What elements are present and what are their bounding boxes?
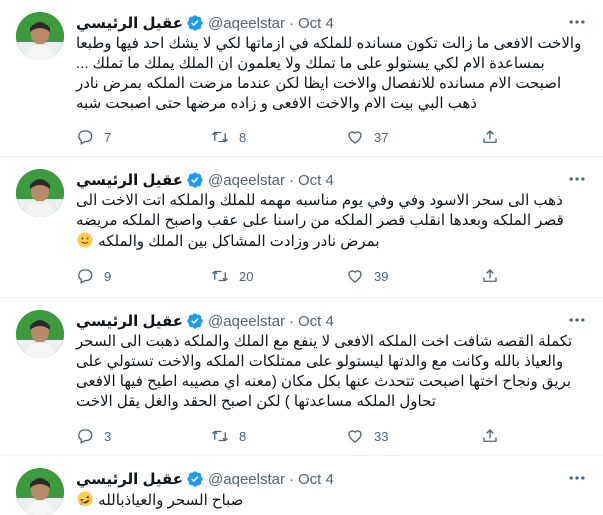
share-button[interactable]: [481, 427, 521, 445]
like-icon: [348, 131, 362, 144]
share-icon: [483, 269, 497, 282]
share-icon: [483, 130, 497, 143]
tweet-text: تكملة القصه شافت اخت الملكه الافعى لا ين…: [76, 333, 573, 410]
verified-badge-icon: [187, 471, 203, 487]
reply-button[interactable]: 9: [76, 267, 211, 285]
retweet-count: 20: [239, 268, 254, 284]
tweet-actions: 7 8 37: [76, 127, 521, 147]
retweet-button[interactable]: 20: [211, 267, 346, 285]
like-button[interactable]: 37: [346, 128, 481, 146]
retweet-count: 8: [239, 428, 247, 444]
tweet-text: والاخت الافعى ما زالت تكون مسانده للملكه…: [76, 35, 582, 112]
user-handle[interactable]: @aqeelstar: [208, 15, 285, 32]
avatar[interactable]: [16, 169, 64, 217]
like-button[interactable]: 39: [346, 267, 481, 285]
more-icon[interactable]: [567, 468, 587, 488]
reply-icon: [78, 269, 93, 284]
separator-dot: ·: [288, 470, 294, 488]
tweet-4[interactable]: عقيل الرئيسي @aqeelstar · Oct 4 صباح الس…: [0, 456, 603, 515]
like-button[interactable]: 33: [346, 427, 481, 445]
tweet-date[interactable]: Oct 4: [298, 15, 334, 32]
like-icon: [348, 270, 362, 283]
tweet-3[interactable]: عقيل الرئيسي @aqeelstar · Oct 4 تكملة ال…: [0, 298, 603, 456]
verified-badge-icon: [187, 15, 203, 31]
user-name[interactable]: عقيل الرئيسي: [76, 312, 183, 330]
reply-button[interactable]: 3: [76, 427, 211, 445]
user-name[interactable]: عقيل الرئيسي: [76, 470, 183, 488]
tweet-2[interactable]: عقيل الرئيسي @aqeelstar · Oct 4 ذهب الى …: [0, 157, 603, 298]
separator-dot: ·: [288, 312, 294, 330]
share-button[interactable]: [481, 267, 521, 285]
tweet-date[interactable]: Oct 4: [298, 172, 334, 189]
tweet-header: عقيل الرئيسي @aqeelstar · Oct 4: [76, 12, 587, 34]
reply-count: 3: [104, 428, 112, 444]
retweet-button[interactable]: 8: [211, 128, 346, 146]
slightly-smiling-face-icon: [77, 232, 93, 248]
tweet-date[interactable]: Oct 4: [298, 471, 334, 488]
like-count: 39: [374, 268, 389, 284]
avatar[interactable]: [16, 468, 64, 515]
like-count: 37: [374, 129, 389, 145]
user-handle[interactable]: @aqeelstar: [208, 471, 285, 488]
reply-count: 7: [104, 129, 112, 145]
retweet-button[interactable]: 8: [211, 427, 346, 445]
more-icon[interactable]: [567, 12, 587, 32]
separator-dot: ·: [288, 171, 294, 189]
user-name[interactable]: عقيل الرئيسي: [76, 14, 183, 32]
avatar[interactable]: [16, 12, 64, 60]
tweet-actions: 3 8 33: [76, 426, 521, 446]
tweet-text-container: ذهب الى سحر الاسود وفي وفي يوم مناسبه مه…: [76, 191, 587, 252]
tweet-actions: 9 20 39: [76, 266, 521, 286]
like-count: 33: [374, 428, 389, 444]
more-icon[interactable]: [567, 169, 587, 189]
reply-icon: [78, 429, 93, 444]
like-icon: [348, 430, 362, 443]
user-handle[interactable]: @aqeelstar: [208, 313, 285, 330]
retweet-count: 8: [239, 129, 247, 145]
tweet-date[interactable]: Oct 4: [298, 313, 334, 330]
share-icon: [483, 429, 497, 442]
tweet-1[interactable]: عقيل الرئيسي @aqeelstar · Oct 4 والاخت ا…: [0, 0, 603, 157]
tweet-text: صباح السحر والعياذبالله: [98, 492, 244, 509]
more-icon[interactable]: [567, 310, 587, 330]
user-handle[interactable]: @aqeelstar: [208, 172, 285, 189]
retweet-icon: [212, 131, 228, 143]
reply-icon: [78, 130, 93, 145]
share-button[interactable]: [481, 128, 521, 146]
tweet-text-container: صباح السحر والعياذبالله: [76, 490, 587, 511]
retweet-icon: [212, 270, 228, 282]
reply-button[interactable]: 7: [76, 128, 211, 146]
separator-dot: ·: [288, 14, 294, 32]
user-name[interactable]: عقيل الرئيسي: [76, 171, 183, 189]
tweet-header: عقيل الرئيسي @aqeelstar · Oct 4: [76, 468, 587, 490]
tweet-header: عقيل الرئيسي @aqeelstar · Oct 4: [76, 169, 587, 191]
tweet-text: ذهب الى سحر الاسود وفي وفي يوم مناسبه مه…: [76, 192, 564, 250]
avatar[interactable]: [16, 310, 64, 358]
verified-badge-icon: [187, 172, 203, 188]
reply-count: 9: [104, 268, 112, 284]
tweet-header: عقيل الرئيسي @aqeelstar · Oct 4: [76, 310, 587, 332]
rolling-on-floor-laughing-icon: [77, 491, 93, 507]
verified-badge-icon: [187, 313, 203, 329]
retweet-icon: [212, 430, 228, 442]
